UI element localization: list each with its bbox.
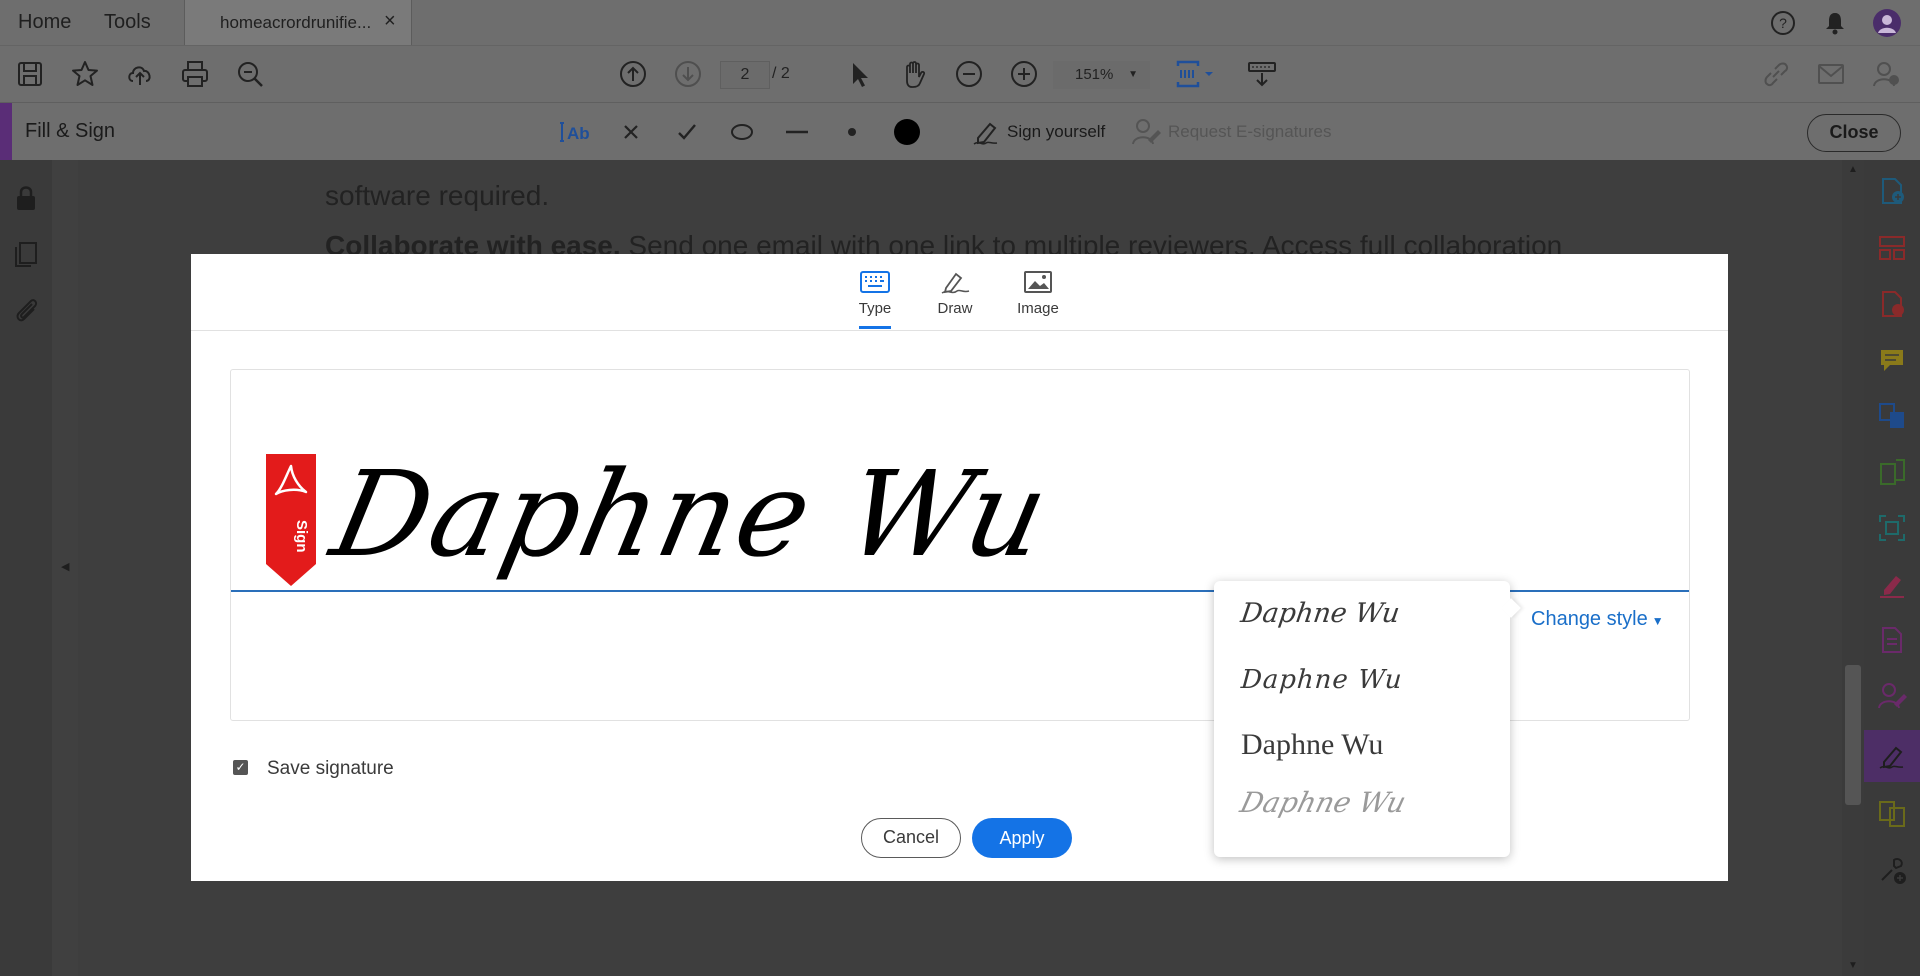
main-toolbar: 2 / 2 151% ▼	[0, 45, 1920, 102]
organize-pages-icon[interactable]	[1876, 232, 1908, 264]
edit-pdf-icon[interactable]	[1876, 456, 1908, 488]
right-tools-panel	[1864, 160, 1920, 976]
page-fit-icon[interactable]	[1174, 58, 1216, 90]
active-tab-indicator	[859, 326, 891, 329]
user-avatar-icon[interactable]	[1872, 8, 1902, 38]
close-fill-sign-button[interactable]: Close	[1807, 114, 1901, 152]
chevron-down-icon: ▼	[1128, 69, 1138, 80]
style-option[interactable]: Daphne Wu	[1241, 728, 1383, 762]
previous-page-icon[interactable]	[617, 58, 649, 90]
create-pdf-icon[interactable]	[1876, 175, 1908, 207]
select-cursor-icon[interactable]	[843, 58, 875, 90]
scrollbar-thumb[interactable]	[1845, 665, 1861, 805]
signature-preview: Daphne Wu	[321, 445, 1061, 583]
style-option[interactable]: Daphne Wu	[1239, 598, 1402, 629]
tab-image-label: Image	[1017, 300, 1059, 317]
page-total-label: / 2	[772, 65, 790, 82]
sign-here-tag: Sign	[266, 454, 316, 586]
zoom-in-icon[interactable]	[1008, 58, 1040, 90]
save-icon[interactable]	[14, 58, 46, 90]
checkmark-icon[interactable]	[671, 116, 703, 148]
bookmark-star-icon[interactable]	[69, 58, 101, 90]
scroll-up-icon[interactable]: ▲	[1848, 164, 1858, 175]
change-style-button[interactable]: Change style ▼	[1531, 608, 1664, 631]
tab-type[interactable]: Type	[835, 270, 915, 317]
cloud-upload-icon[interactable]	[124, 58, 156, 90]
collapse-arrow-icon[interactable]: ◀	[61, 560, 69, 573]
keyboard-icon	[860, 271, 890, 293]
style-option[interactable]: Daphne Wu	[1240, 665, 1404, 695]
zoom-level-select[interactable]: 151% ▼	[1053, 61, 1150, 89]
signature-style-menu: Daphne Wu Daphne Wu Daphne Wu Daphne Wu	[1214, 581, 1521, 857]
send-for-signature-icon[interactable]	[1876, 680, 1908, 712]
link-icon[interactable]	[1760, 58, 1792, 90]
fill-sign-toolbar: Fill & Sign Ab Sign yourself Request E-s…	[0, 102, 1920, 161]
fill-sign-title: Fill & Sign	[25, 120, 116, 142]
cross-mark-icon[interactable]	[615, 116, 647, 148]
save-signature-checkbox[interactable]: ✓	[233, 760, 248, 775]
document-text-line: software required.	[325, 180, 550, 211]
export-pdf-icon[interactable]	[1876, 288, 1908, 320]
comment-icon[interactable]	[1876, 344, 1908, 376]
zoom-out-icon[interactable]	[953, 58, 985, 90]
notification-bell-icon[interactable]	[1820, 8, 1850, 38]
home-tab[interactable]: Home	[18, 11, 71, 34]
save-signature-label[interactable]: Save signature	[267, 758, 394, 780]
tab-bar: Home Tools homeacrordrunifie... × ?	[0, 0, 1920, 45]
sign-yourself-button[interactable]: Sign yourself	[1007, 122, 1105, 142]
dialog-divider	[191, 330, 1728, 331]
tools-tab[interactable]: Tools	[104, 11, 151, 34]
document-tab[interactable]: homeacrordrunifie... ×	[184, 0, 412, 45]
zoom-level-value: 151%	[1075, 66, 1114, 83]
compare-files-icon[interactable]	[1876, 798, 1908, 830]
ellipse-icon[interactable]	[726, 116, 758, 148]
style-option[interactable]: Daphne Wu	[1237, 786, 1410, 819]
svg-text:Ab: Ab	[567, 124, 590, 143]
sign-tool-active-icon[interactable]	[1876, 740, 1908, 772]
tab-image[interactable]: Image	[998, 270, 1078, 317]
document-tab-title: homeacrordrunifie...	[220, 13, 372, 32]
attachment-icon[interactable]	[10, 294, 42, 326]
email-icon[interactable]	[1815, 58, 1847, 90]
cancel-button[interactable]: Cancel	[861, 818, 961, 858]
print-icon[interactable]	[179, 58, 211, 90]
line-icon[interactable]	[781, 116, 813, 148]
add-text-icon[interactable]: Ab	[559, 116, 595, 148]
sign-tag-text: Sign	[293, 520, 310, 553]
document-scrollbar[interactable]: ▲ ▼	[1842, 160, 1864, 976]
scan-ocr-icon[interactable]	[1876, 512, 1908, 544]
scroll-down-icon[interactable]: ▼	[1848, 960, 1858, 971]
left-navigation-panel	[0, 160, 52, 976]
change-style-label: Change style	[1531, 608, 1648, 630]
zoom-search-icon[interactable]	[234, 58, 266, 90]
more-tools-icon[interactable]	[1876, 854, 1908, 886]
lock-icon[interactable]	[10, 182, 42, 214]
image-icon	[1024, 271, 1052, 293]
fill-sign-accent	[0, 103, 12, 161]
tab-draw[interactable]: Draw	[915, 270, 995, 317]
read-mode-icon[interactable]	[1246, 58, 1278, 90]
svg-text:?: ?	[1779, 15, 1787, 31]
request-esignatures-button[interactable]: Request E-signatures	[1168, 122, 1331, 142]
pages-icon[interactable]	[10, 238, 42, 270]
request-signature-icon[interactable]	[1130, 116, 1162, 148]
sign-pen-icon[interactable]	[970, 116, 1002, 148]
next-page-icon[interactable]	[672, 58, 704, 90]
hand-pan-icon[interactable]	[898, 58, 930, 90]
chevron-down-icon: ▼	[1651, 614, 1664, 628]
tab-draw-label: Draw	[937, 300, 973, 317]
left-panel-collapse[interactable]: ◀	[52, 160, 78, 976]
close-tab-icon[interactable]: ×	[384, 10, 396, 33]
share-user-icon[interactable]	[1870, 58, 1902, 90]
pen-icon	[941, 272, 970, 294]
fill-sign-tool-icon[interactable]	[1876, 568, 1908, 600]
tab-type-label: Type	[858, 300, 892, 317]
apply-button[interactable]: Apply	[972, 818, 1072, 858]
help-icon[interactable]: ?	[1768, 8, 1798, 38]
convert-icon[interactable]	[1876, 400, 1908, 432]
protect-icon[interactable]	[1876, 624, 1908, 656]
page-number-input[interactable]: 2	[720, 61, 770, 89]
dot-icon[interactable]	[836, 116, 868, 148]
color-picker-icon[interactable]	[891, 116, 923, 148]
